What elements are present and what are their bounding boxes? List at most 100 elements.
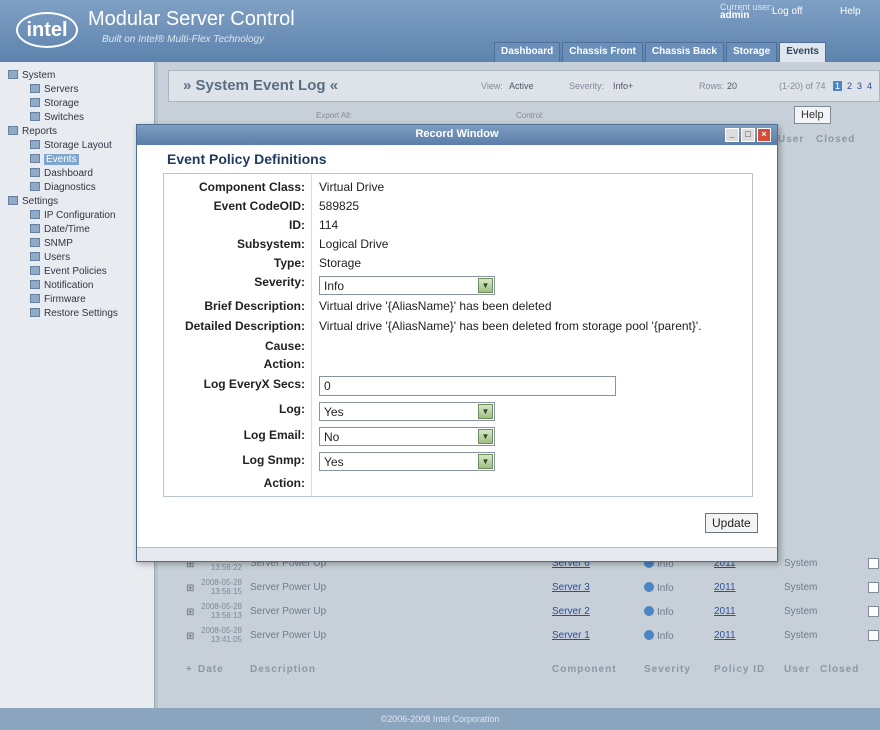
- log-select-value: Yes: [324, 405, 344, 419]
- rows-select[interactable]: 20: [727, 81, 737, 91]
- diagnostics-icon: [30, 182, 40, 191]
- tab-dashboard[interactable]: Dashboard: [494, 42, 561, 62]
- row-checkbox[interactable]: [868, 558, 879, 569]
- row-date: 2008-05-28: [201, 578, 242, 587]
- export-label: Export All:: [316, 111, 353, 120]
- row-checkbox[interactable]: [868, 630, 879, 641]
- tab-events[interactable]: Events: [779, 42, 826, 62]
- log-select[interactable]: Yes ▼: [319, 402, 495, 421]
- view-label: View:: [481, 81, 503, 91]
- footer-col-expand[interactable]: +: [186, 664, 193, 675]
- policy-form: Component Class: Virtual Drive Event Cod…: [163, 173, 753, 497]
- expand-icon[interactable]: ⊞: [186, 631, 194, 642]
- sidebar-item-events[interactable]: Events: [30, 154, 79, 168]
- info-icon: [644, 606, 654, 616]
- row-policy-link[interactable]: 2011: [714, 630, 736, 641]
- sidebar-item-settings[interactable]: Settings: [8, 196, 58, 210]
- row-component-link[interactable]: Server 2: [552, 606, 590, 617]
- row-component-link[interactable]: Server 1: [552, 630, 590, 641]
- row-range: (1-20) of 74: [779, 81, 826, 91]
- main-tabs: Dashboard Chassis Front Chassis Back Sto…: [494, 42, 828, 62]
- user-area: Current user: admin Log off Help: [712, 2, 880, 24]
- tab-chassis-front[interactable]: Chassis Front: [562, 42, 643, 62]
- component-class-value: Virtual Drive: [319, 180, 385, 194]
- settings-page-icon: [30, 238, 40, 247]
- record-window-titlebar[interactable]: Record Window _ □ ×: [137, 125, 777, 145]
- component-class-label: Component Class:: [198, 180, 305, 194]
- chevron-down-icon[interactable]: ▼: [478, 278, 493, 293]
- sidebar-item-ip-configuration[interactable]: IP Configuration: [30, 210, 116, 224]
- table-row[interactable]: ⊞ 2008-05-28 13:56:13 Server Power Up Ser…: [168, 600, 880, 624]
- tab-storage[interactable]: Storage: [725, 42, 778, 62]
- severity-select[interactable]: Info ▼: [319, 276, 495, 295]
- sidebar-item-event-policies[interactable]: Event Policies: [30, 266, 107, 280]
- log-snmp-select[interactable]: Yes ▼: [319, 452, 495, 471]
- footer-col-component[interactable]: Component: [552, 664, 617, 675]
- footer-col-severity[interactable]: Severity: [644, 664, 691, 675]
- row-policy-link[interactable]: 2011: [714, 606, 736, 617]
- table-row[interactable]: ⊞ 2008-05-28 13:56:15 Server Power Up Ser…: [168, 576, 880, 600]
- app-subtitle: Built on Intel® Multi-Flex Technology: [102, 34, 265, 45]
- expand-icon[interactable]: ⊞: [186, 583, 194, 594]
- sidebar-item-reports[interactable]: Reports: [8, 126, 57, 140]
- chevron-down-icon[interactable]: ▼: [478, 429, 493, 444]
- help-link[interactable]: Help: [840, 6, 861, 17]
- event-log-header: » System Event Log « View: Active Severi…: [168, 70, 880, 102]
- page-link-2[interactable]: 2: [847, 81, 852, 91]
- row-checkbox[interactable]: [868, 582, 879, 593]
- row-time: 13:41:05: [210, 635, 242, 644]
- footer-col-closed[interactable]: Closed: [820, 664, 859, 675]
- expand-icon[interactable]: ⊞: [186, 607, 194, 618]
- severity-select-value: Info: [324, 279, 345, 293]
- log-email-select[interactable]: No ▼: [319, 427, 495, 446]
- footer-col-description[interactable]: Description: [250, 664, 316, 675]
- sidebar-item-restore-settings[interactable]: Restore Settings: [30, 308, 118, 322]
- sidebar-item-storage[interactable]: Storage: [30, 98, 79, 112]
- row-component-link[interactable]: Server 3: [552, 582, 590, 593]
- row-checkbox[interactable]: [868, 606, 879, 617]
- maximize-icon[interactable]: □: [741, 128, 755, 142]
- info-icon: [644, 630, 654, 640]
- event-codeoid-value: 589825: [319, 199, 360, 213]
- log-every-input[interactable]: [319, 376, 616, 396]
- rows-label: Rows:: [699, 81, 725, 91]
- footer-col-user[interactable]: User: [784, 664, 810, 675]
- sidebar-item-diagnostics[interactable]: Diagnostics: [30, 182, 96, 196]
- window-controls: _ □ ×: [723, 128, 771, 142]
- table-row[interactable]: ⊞ 2008-05-28 13:41:05 Server Power Up Ser…: [168, 624, 880, 648]
- sidebar-item-storage-layout[interactable]: Storage Layout: [30, 140, 112, 154]
- sidebar-item-date-time[interactable]: Date/Time: [30, 224, 90, 238]
- page-link-4[interactable]: 4: [867, 81, 872, 91]
- chevron-down-icon[interactable]: ▼: [478, 404, 493, 419]
- footer-col-policy-id[interactable]: Policy ID: [714, 664, 765, 675]
- sidebar-item-firmware[interactable]: Firmware: [30, 294, 86, 308]
- severity-select[interactable]: Info+: [613, 81, 633, 91]
- row-severity: Info: [644, 630, 674, 642]
- sidebar-item-notification[interactable]: Notification: [30, 280, 93, 294]
- gear-icon: [8, 196, 18, 205]
- sidebar-item-users[interactable]: Users: [30, 252, 70, 266]
- tab-chassis-back[interactable]: Chassis Back: [644, 42, 724, 62]
- severity-label: Severity:: [254, 275, 305, 289]
- minimize-icon[interactable]: _: [725, 128, 739, 142]
- chevron-down-icon[interactable]: ▼: [478, 454, 493, 469]
- sidebar-item-system[interactable]: System: [8, 70, 55, 84]
- help-button[interactable]: Help: [794, 106, 831, 124]
- sidebar-item-snmp[interactable]: SNMP: [30, 238, 73, 252]
- settings-page-icon: [30, 252, 40, 261]
- update-button[interactable]: Update: [705, 513, 758, 533]
- page-link-1[interactable]: 1: [833, 81, 843, 91]
- sidebar-item-switches[interactable]: Switches: [30, 112, 84, 126]
- view-select[interactable]: Active: [509, 81, 534, 91]
- page-link-3[interactable]: 3: [857, 81, 862, 91]
- log-every-label: Log EveryX Secs:: [203, 377, 305, 391]
- log-snmp-select-value: Yes: [324, 455, 344, 469]
- action-label-2: Action:: [263, 476, 305, 490]
- sidebar-item-dashboard[interactable]: Dashboard: [30, 168, 93, 182]
- sidebar-item-servers[interactable]: Servers: [30, 84, 78, 98]
- row-policy-link[interactable]: 2011: [714, 582, 736, 593]
- footer-col-date[interactable]: Date: [198, 664, 224, 675]
- logoff-link[interactable]: Log off: [772, 6, 802, 17]
- settings-page-icon: [30, 294, 40, 303]
- close-icon[interactable]: ×: [757, 128, 771, 142]
